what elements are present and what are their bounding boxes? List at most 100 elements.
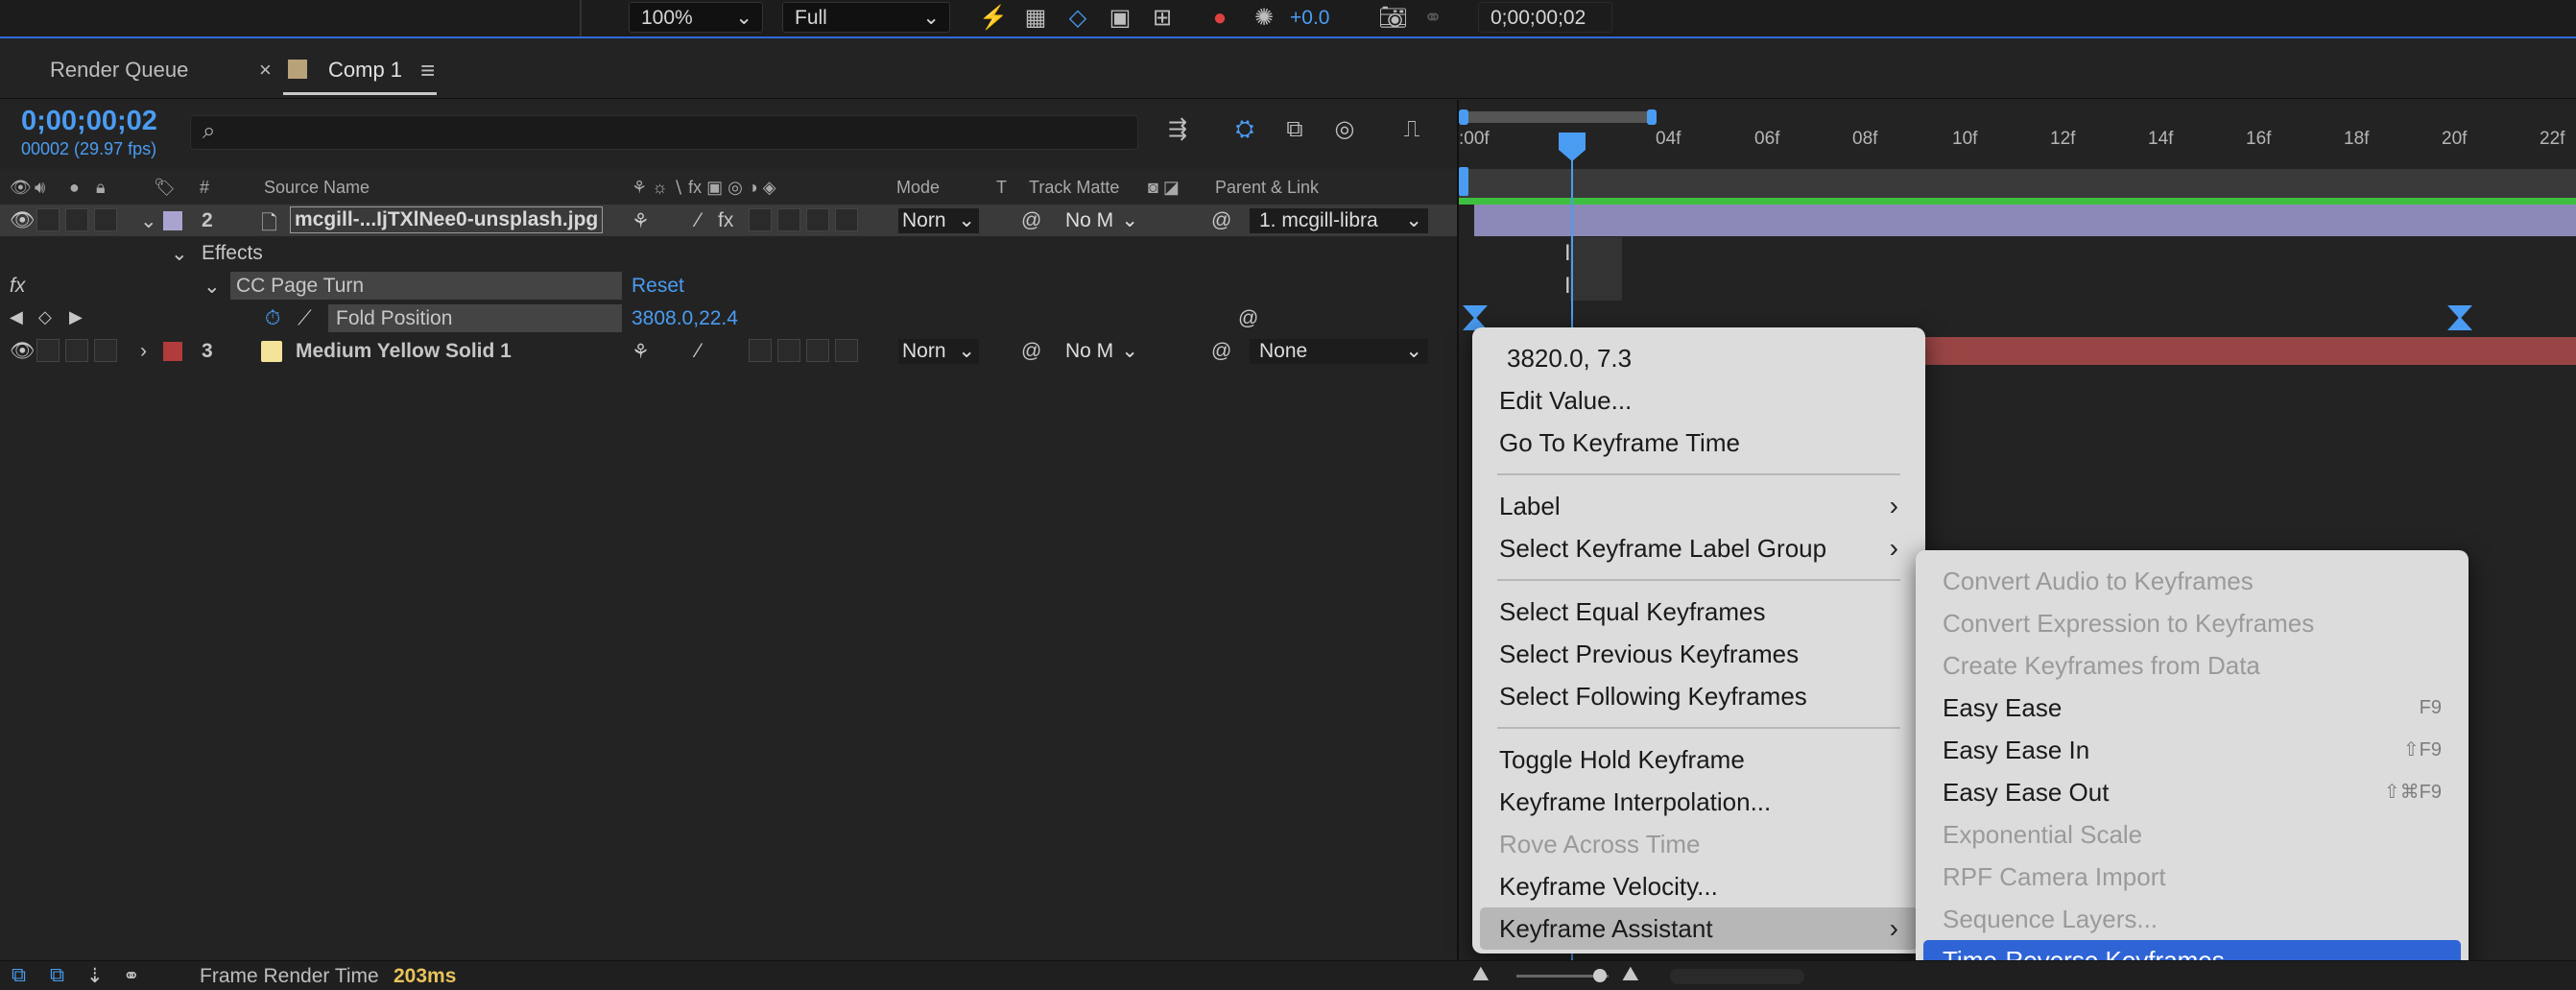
label-color-swatch[interactable] <box>163 342 182 361</box>
zoom-dropdown[interactable]: 100% ⌄ <box>629 2 763 33</box>
stretch-toggle-icon[interactable]: ⚭ <box>123 964 140 988</box>
expression-pickwhip-icon[interactable]: @ <box>1238 307 1258 330</box>
menu-item-keyframe-interpolation[interactable]: Keyframe Interpolation... <box>1499 783 1898 821</box>
parent-dropdown[interactable]: None ⌄ <box>1250 339 1428 364</box>
zoom-out-icon[interactable]: ⛰︎ <box>1472 963 1490 986</box>
panel-menu-icon[interactable]: ≡ <box>420 56 435 85</box>
menu-item-edit-value[interactable]: Edit Value... <box>1499 381 1898 420</box>
layer-2-duration-bar[interactable] <box>1474 205 2576 236</box>
menu-item-select-keyframe-label-group[interactable]: Select Keyframe Label Group <box>1499 529 1898 567</box>
label-column-icon[interactable]: 🏷︎ <box>154 178 176 198</box>
layer-row-2[interactable]: 👁︎ ⌄ 2 🗋︎ mcgill-...IjTXlNee0-unsplash.j… <box>0 205 1459 236</box>
graph-editor-icon[interactable]: ⎍ <box>1397 115 1426 144</box>
solo-switch[interactable] <box>65 339 88 362</box>
submenu-item-easy-ease[interactable]: Easy Ease <box>1943 688 2062 727</box>
visibility-eye-icon[interactable]: 👁︎ <box>10 209 36 232</box>
in-point-marker[interactable] <box>1459 167 1468 196</box>
current-time-indicator[interactable]: 0;00;00;02 <box>21 106 157 137</box>
menu-item-toggle-hold-keyframe[interactable]: Toggle Hold Keyframe <box>1499 740 1898 779</box>
keyframe-icon[interactable] <box>2447 305 2472 330</box>
layer-name[interactable]: Medium Yellow Solid 1 <box>296 340 512 363</box>
render-time-toggle-icon[interactable]: ⇣ <box>86 964 104 988</box>
mode-column-header[interactable]: Mode <box>896 178 940 198</box>
property-row[interactable]: ◀ ◇ ▶ ⏱︎ ⟋ Fold Position 3808.0,22.4 @ <box>0 302 1459 334</box>
zoom-in-icon[interactable]: ⛰︎ <box>1622 963 1639 986</box>
time-ruler[interactable]: :00f 04f 06f 08f 10f 12f 14f 16f 18f 20f… <box>1459 100 2576 167</box>
reset-button[interactable]: Reset <box>632 275 684 298</box>
timeline-scrollbar[interactable] <box>1670 969 1804 984</box>
effect-row[interactable]: fx ⌄ CC Page Turn Reset <box>0 270 1459 302</box>
effects-switch-icon[interactable]: fx <box>718 209 733 232</box>
chevron-right-icon[interactable]: › <box>140 340 147 363</box>
switch-box[interactable] <box>777 208 800 231</box>
show-snapshot-icon[interactable]: ⚭ <box>1419 4 1447 33</box>
lock-switch[interactable] <box>94 339 117 362</box>
lock-switch[interactable] <box>94 208 117 231</box>
chevron-down-icon[interactable]: ⌄ <box>203 275 221 299</box>
track-matte-dropdown[interactable]: No M ⌄ <box>1061 339 1142 364</box>
audio-switch[interactable] <box>36 208 60 231</box>
chevron-down-icon[interactable]: ⌄ <box>171 242 188 266</box>
track-matte-column-header[interactable]: Track Matte <box>1029 178 1119 198</box>
add-keyframe-icon[interactable]: ◇ <box>38 307 52 327</box>
parent-link-column-header[interactable]: Parent & Link <box>1215 178 1319 198</box>
fx-icon[interactable]: fx <box>10 275 25 298</box>
shy-switch-icon[interactable]: ⚘ <box>632 209 650 233</box>
eye-column-icon[interactable]: 👁︎ <box>10 178 32 198</box>
layer-switches-toggle-icon[interactable]: ⧉ <box>12 964 26 987</box>
resolution-dropdown[interactable]: Full ⌄ <box>782 2 950 33</box>
submenu-item-easy-ease-in[interactable]: Easy Ease In <box>1943 731 2089 769</box>
label-color-swatch[interactable] <box>163 211 182 230</box>
switch-box[interactable] <box>835 208 858 231</box>
switch-box[interactable] <box>749 339 772 362</box>
layer-search-input[interactable]: ⌕ <box>190 115 1138 150</box>
switch-box[interactable] <box>835 339 858 362</box>
draft-3d-icon[interactable]: ⛭ <box>1230 115 1259 144</box>
effects-group-row[interactable]: ⌄ Effects <box>0 237 1459 269</box>
mask-visibility-icon[interactable]: ◇ <box>1063 4 1092 33</box>
chevron-down-icon[interactable]: ⌄ <box>140 209 157 233</box>
menu-item-label[interactable]: Label <box>1499 487 1898 525</box>
track-matte-dropdown[interactable]: No M ⌄ <box>1061 208 1142 233</box>
layer-3-duration-bar[interactable] <box>1910 337 2576 365</box>
quality-switch-icon[interactable]: ∕ <box>697 340 701 363</box>
channel-rgb-icon[interactable]: ● <box>1205 4 1234 33</box>
work-area-bar[interactable] <box>1463 111 1655 123</box>
color-management-icon[interactable]: ✺ <box>1250 4 1278 33</box>
quality-switch-icon[interactable]: ∕ <box>697 209 701 232</box>
grid-guides-icon[interactable]: ⊞ <box>1148 4 1177 33</box>
pickwhip-icon[interactable]: @ <box>1021 340 1041 363</box>
current-time-display[interactable]: 0;00;00;02 <box>1478 2 1612 33</box>
tab-render-queue[interactable]: Render Queue <box>50 58 188 83</box>
number-column-header[interactable]: # <box>200 178 209 198</box>
source-name-column-header[interactable]: Source Name <box>264 178 370 198</box>
stopwatch-icon[interactable]: ⏱︎ <box>265 307 280 330</box>
switch-box[interactable] <box>806 339 829 362</box>
blend-mode-dropdown[interactable]: Norn ⌄ <box>898 208 979 233</box>
motion-blur-icon[interactable]: ◎ <box>1330 115 1359 144</box>
menu-item-go-to-keyframe-time[interactable]: Go To Keyframe Time <box>1499 423 1898 462</box>
exposure-value[interactable]: +0.0 <box>1290 4 1329 33</box>
modes-toggle-icon[interactable]: ⧉ <box>50 964 64 987</box>
previous-keyframe-icon[interactable]: ◀ <box>10 307 23 327</box>
audio-switch[interactable] <box>36 339 60 362</box>
submenu-item-easy-ease-out[interactable]: Easy Ease Out <box>1943 773 2109 811</box>
composition-flowchart-icon[interactable]: ⇶ <box>1163 115 1192 144</box>
solo-column-icon[interactable]: ● <box>69 178 80 198</box>
transparency-grid-icon[interactable]: ▦ <box>1021 4 1050 33</box>
work-area-start-handle[interactable] <box>1459 109 1468 125</box>
menu-item-select-equal-keyframes[interactable]: Select Equal Keyframes <box>1499 592 1898 631</box>
menu-item-select-following-keyframes[interactable]: Select Following Keyframes <box>1499 677 1898 715</box>
blend-mode-dropdown[interactable]: Norn ⌄ <box>898 339 979 364</box>
switch-box[interactable] <box>806 208 829 231</box>
graph-icon[interactable]: ⟋ <box>298 307 312 330</box>
tab-comp-1[interactable]: Comp 1 <box>328 58 402 83</box>
menu-item-select-previous-keyframes[interactable]: Select Previous Keyframes <box>1499 635 1898 673</box>
layer-name[interactable]: mcgill-...IjTXlNee0-unsplash.jpg <box>290 206 604 233</box>
switches-column-icons[interactable]: ⚘ ☼ ∖ fx ▣ ◎ ◑ ◈ <box>632 178 776 198</box>
lock-column-icon[interactable]: 🔒︎ <box>96 178 106 198</box>
t-column-header[interactable]: T <box>996 178 1007 198</box>
menu-item-keyframe-velocity[interactable]: Keyframe Velocity... <box>1499 867 1898 905</box>
layer-row-3[interactable]: 👁︎ › 3 Medium Yellow Solid 1 ⚘ ∕ Norn ⌄ @… <box>0 335 1459 367</box>
region-of-interest-icon[interactable]: ▣ <box>1106 4 1134 33</box>
